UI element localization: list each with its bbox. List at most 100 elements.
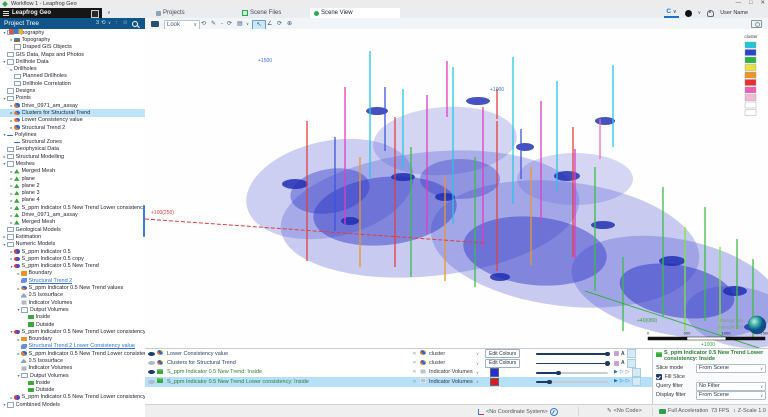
detach-window-icon[interactable] bbox=[91, 10, 99, 18]
visibility-cell[interactable] bbox=[145, 361, 157, 365]
legend-colour-chip[interactable] bbox=[745, 80, 756, 86]
visibility-cell[interactable] bbox=[145, 380, 157, 384]
chevron-down-icon[interactable]: ∨ bbox=[698, 10, 702, 16]
tab-projects[interactable]: Projects bbox=[152, 8, 222, 18]
properties-box-icon[interactable] bbox=[632, 377, 641, 386]
user-name[interactable]: User Name bbox=[720, 10, 748, 16]
tab-scene-files[interactable]: Scene Files bbox=[238, 8, 312, 18]
tree-item[interactable]: ▾Output Volumes bbox=[0, 372, 145, 379]
tree-item[interactable]: Inside bbox=[0, 314, 145, 321]
avatar[interactable] bbox=[685, 10, 692, 17]
tree-item[interactable]: ▾Combined Models bbox=[0, 401, 145, 408]
tree-item[interactable]: ▸Lower Consistency value bbox=[0, 117, 145, 124]
tree-item[interactable]: Indicator Volumes bbox=[0, 365, 145, 372]
tree-item[interactable]: ▾Polylines bbox=[0, 131, 145, 138]
tree-item[interactable]: Structural Trend 2 bbox=[0, 277, 145, 284]
properties-box-icon[interactable] bbox=[632, 368, 641, 377]
expander-closed-icon[interactable]: ▸ bbox=[9, 169, 14, 174]
remove-icon[interactable]: ✕ bbox=[409, 369, 420, 375]
shape-row[interactable]: S_ppm Indicator 0.5 New Trend: Inside✕In… bbox=[145, 368, 652, 377]
step-icon[interactable]: ▷ bbox=[620, 379, 624, 384]
play-icon[interactable]: ▶ bbox=[614, 370, 618, 375]
tree-item[interactable]: ▾Output Volumes bbox=[0, 306, 145, 313]
text-format-icon[interactable]: A bbox=[621, 351, 625, 357]
slider-knob[interactable] bbox=[547, 380, 552, 385]
opacity-slider[interactable] bbox=[534, 359, 614, 368]
step-forward-icon[interactable]: ▷ bbox=[626, 370, 630, 375]
chevron-down-icon[interactable]: ∨ bbox=[107, 10, 111, 16]
slicer-icon[interactable]: ▤ bbox=[236, 20, 244, 28]
edit-colours-button[interactable]: Edit Colours bbox=[485, 349, 520, 358]
tree-item[interactable]: Indicator Volumes bbox=[0, 299, 145, 306]
tree-item[interactable]: ▸Structural Trend 2 bbox=[0, 124, 145, 131]
legend-colour-chip[interactable] bbox=[745, 65, 756, 71]
refresh-view-icon[interactable]: ⟳ bbox=[226, 20, 233, 28]
legend-colour-chip[interactable] bbox=[745, 57, 756, 63]
tree-item[interactable]: ▸S_ppm Indicator 0.5 copy bbox=[0, 255, 145, 262]
chevron-down-icon[interactable]: ∨ bbox=[476, 370, 485, 375]
tree-item[interactable]: ▸Boundary bbox=[0, 270, 145, 277]
remove-icon[interactable]: ✕ bbox=[409, 360, 420, 366]
properties-box-icon[interactable] bbox=[627, 359, 636, 368]
tree-item[interactable]: Outside bbox=[0, 321, 145, 328]
tree-item[interactable]: ▸Merged Mesh bbox=[0, 168, 145, 175]
opacity-slider[interactable] bbox=[534, 377, 614, 386]
zscale-status[interactable]: ↕ Z-Scale 1.0 bbox=[733, 408, 766, 414]
tree-item[interactable]: ▸Drillholes bbox=[0, 65, 145, 72]
chevron-down-icon[interactable]: ∨ bbox=[476, 379, 485, 384]
colour-chip[interactable] bbox=[490, 378, 499, 387]
sync-icon[interactable]: ⟳ bbox=[276, 20, 283, 28]
expander-closed-icon[interactable]: ▸ bbox=[9, 191, 14, 196]
tree-item[interactable]: GIS Data, Maps and Photos bbox=[0, 51, 145, 58]
tree-item[interactable]: ▸Estimation bbox=[0, 233, 145, 240]
chevron-down-icon[interactable]: ∨ bbox=[108, 20, 111, 25]
tree-item[interactable]: ▸Topography bbox=[0, 36, 145, 43]
tree-item[interactable]: Draped GIS Objects bbox=[0, 44, 145, 51]
tree-item[interactable]: Drillhole Correlation bbox=[0, 80, 145, 87]
central-icon[interactable]: C ∨ bbox=[664, 8, 678, 18]
remove-icon[interactable]: ✕ bbox=[409, 351, 420, 357]
tree-item[interactable]: ▾Points bbox=[0, 95, 145, 102]
legend-colour-chip[interactable] bbox=[745, 50, 756, 56]
chevron-down-icon[interactable]: ∨ bbox=[245, 20, 250, 28]
minimize-button[interactable]: — bbox=[736, 0, 742, 6]
flag-icon[interactable] bbox=[614, 351, 619, 356]
colour-chip[interactable] bbox=[490, 368, 499, 377]
tree-item[interactable]: Inside bbox=[0, 379, 145, 386]
expander-closed-icon[interactable]: ▸ bbox=[9, 198, 14, 203]
query-filter-select[interactable]: No Filter∨ bbox=[696, 382, 766, 391]
scene-3d-view[interactable]: +1500+1000+100(250)+40(080)+100005001000… bbox=[145, 29, 768, 348]
shape-row[interactable]: Clusters for Structural Trend✕cluster∨Ed… bbox=[145, 358, 652, 367]
maximize-button[interactable]: □ bbox=[749, 0, 752, 6]
tree-item[interactable]: Outside bbox=[0, 387, 145, 394]
tree-item[interactable]: ▸S_ppm Indicator 0.5 bbox=[0, 248, 145, 255]
tree-item[interactable]: ▸plane 3 bbox=[0, 190, 145, 197]
slider-knob[interactable] bbox=[556, 371, 561, 376]
code-status[interactable]: ✎ <No Code> bbox=[607, 408, 642, 414]
legend-colour-chip[interactable] bbox=[745, 110, 756, 116]
link-icon[interactable]: ⊕ bbox=[286, 20, 293, 28]
orientation-ball[interactable] bbox=[748, 316, 766, 334]
tree-item[interactable]: Geological Models bbox=[0, 226, 145, 233]
tree-item[interactable]: ▸S_ppm Indicator 0.5 New Trend values bbox=[0, 284, 145, 291]
edit-colours-button[interactable]: Edit Colours bbox=[485, 359, 520, 368]
tree-item[interactable]: ▸Structural Modelling bbox=[0, 153, 145, 160]
remove-icon[interactable]: ✕ bbox=[409, 379, 420, 385]
tree-item[interactable]: ▾Numeric Models bbox=[0, 241, 145, 248]
hamburger-menu-icon[interactable] bbox=[3, 11, 9, 12]
tree-item[interactable]: ▸plane 2 bbox=[0, 182, 145, 189]
opacity-slider[interactable] bbox=[534, 349, 614, 358]
select-cursor-button[interactable]: ↖ bbox=[252, 20, 266, 30]
tree-item[interactable]: Planned Drillholes bbox=[0, 73, 145, 80]
legend-colour-chip[interactable] bbox=[745, 42, 756, 48]
properties-box-icon[interactable] bbox=[627, 349, 636, 358]
tree-item[interactable]: ▸S_ppm Indicator 0.5 New Trend Lower con… bbox=[0, 350, 145, 357]
expander-closed-icon[interactable]: ▸ bbox=[9, 176, 14, 181]
shape-row[interactable]: Lower Consistency value✕cluster∨Edit Col… bbox=[145, 349, 652, 358]
coordinate-system-status[interactable]: <No Coordinate System> bbox=[478, 408, 558, 416]
expander-closed-icon[interactable]: ▸ bbox=[9, 220, 14, 225]
eye-off-icon[interactable] bbox=[148, 361, 155, 365]
tree-item[interactable]: 0.5 Isosurface bbox=[0, 357, 145, 364]
step-icon[interactable]: ▷ bbox=[620, 370, 624, 375]
tree-item[interactable]: ▸Merged Mesh bbox=[0, 219, 145, 226]
